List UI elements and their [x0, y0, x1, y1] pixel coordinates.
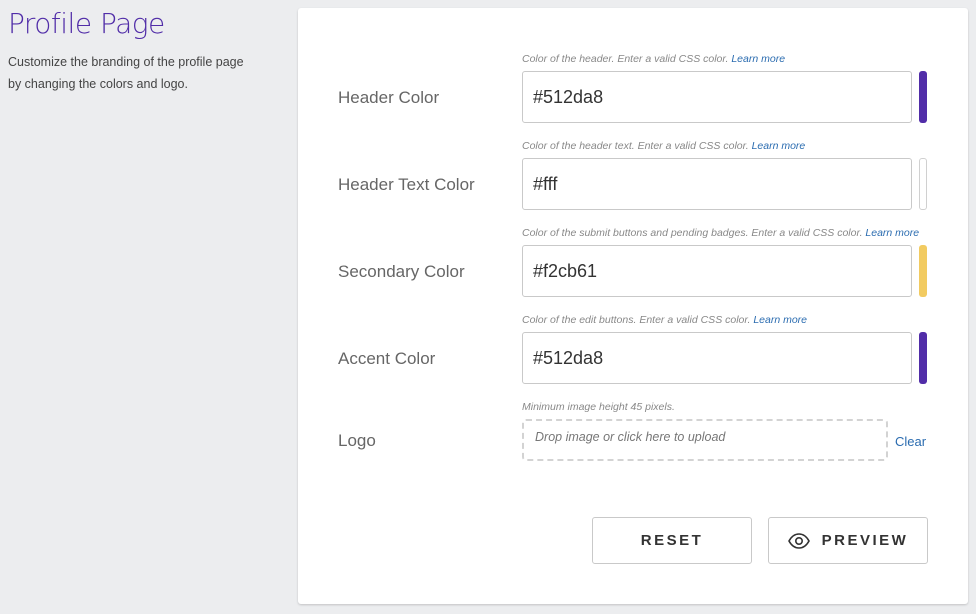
color-swatch	[919, 332, 927, 384]
reset-button-label: RESET	[640, 532, 704, 549]
field-label: Header Text Color	[338, 175, 475, 194]
logo-dropzone[interactable]: Drop image or click here to upload	[522, 419, 888, 461]
header-color-input[interactable]	[522, 71, 912, 123]
field-hint: Color of the edit buttons. Enter a valid…	[522, 314, 807, 326]
color-swatch	[919, 158, 927, 210]
page-description: Customize the branding of the profile pa…	[8, 55, 244, 91]
hint-text: Color of the header. Enter a valid CSS c…	[522, 53, 729, 65]
preview-button[interactable]: PREVIEW	[768, 517, 928, 564]
accent-color-input[interactable]	[522, 332, 912, 384]
field-label: Accent Color	[338, 349, 436, 368]
field-label: Secondary Color	[338, 262, 465, 281]
reset-button[interactable]: RESET	[592, 517, 752, 564]
learn-more-link[interactable]: Learn more	[731, 53, 785, 65]
intro-panel: Profile Page Customize the branding of t…	[8, 6, 278, 95]
field-hint: Color of the header text. Enter a valid …	[522, 140, 805, 152]
logo-hint: Minimum image height 45 pixels.	[522, 401, 675, 413]
hint-text: Color of the header text. Enter a valid …	[522, 140, 749, 152]
header-text-color-input[interactable]	[522, 158, 912, 210]
logo-label: Logo	[338, 431, 376, 450]
field-hint: Color of the submit buttons and pending …	[522, 227, 919, 239]
secondary-color-input[interactable]	[522, 245, 912, 297]
page-title: Profile Page	[8, 7, 165, 40]
field-label: Header Color	[338, 88, 440, 107]
clear-logo-link[interactable]: Clear	[895, 434, 926, 449]
field-hint: Color of the header. Enter a valid CSS c…	[522, 53, 785, 65]
preview-button-label: PREVIEW	[821, 532, 909, 549]
learn-more-link[interactable]: Learn more	[753, 314, 807, 326]
hint-text: Color of the edit buttons. Enter a valid…	[522, 314, 751, 326]
settings-card: Color of the header. Enter a valid CSS c…	[298, 8, 968, 604]
color-swatch	[919, 245, 927, 297]
hint-text: Color of the submit buttons and pending …	[522, 227, 863, 239]
color-swatch	[919, 71, 927, 123]
learn-more-link[interactable]: Learn more	[752, 140, 806, 152]
eye-icon	[787, 532, 810, 549]
learn-more-link[interactable]: Learn more	[865, 227, 919, 239]
